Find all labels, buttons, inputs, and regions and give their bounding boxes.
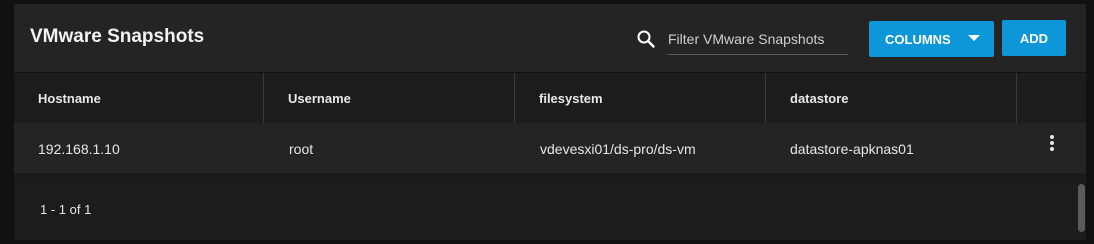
- vmware-snapshots-card: VMware Snapshots COLUMNS ADD Hostname Us…: [14, 4, 1086, 240]
- pagination-range: 1 - 1 of 1: [40, 202, 92, 217]
- app-window: VMware Snapshots COLUMNS ADD Hostname Us…: [0, 0, 1094, 244]
- table-row[interactable]: 192.168.1.10 root vdevesxi01/ds-pro/ds-v…: [14, 123, 1086, 174]
- column-header-hostname[interactable]: Hostname: [14, 73, 264, 123]
- card-header: VMware Snapshots COLUMNS ADD: [14, 4, 1086, 72]
- filter-input[interactable]: [668, 24, 848, 55]
- cell-datastore: datastore-apknas01: [790, 141, 914, 157]
- column-header-datastore[interactable]: datastore: [766, 73, 1017, 123]
- columns-button-label: COLUMNS: [885, 32, 951, 47]
- columns-button[interactable]: COLUMNS: [869, 21, 994, 57]
- cell-hostname: 192.168.1.10: [38, 141, 120, 157]
- column-header-username[interactable]: Username: [264, 73, 515, 123]
- column-header-label: Hostname: [38, 91, 101, 106]
- column-header-filesystem[interactable]: filesystem: [515, 73, 766, 123]
- column-header-label: datastore: [790, 91, 849, 106]
- cell-filesystem: vdevesxi01/ds-pro/ds-vm: [540, 141, 696, 157]
- scrollbar-thumb[interactable]: [1078, 184, 1085, 232]
- table-footer: [14, 184, 1086, 240]
- cell-username: root: [289, 141, 314, 157]
- column-header-label: filesystem: [539, 91, 603, 106]
- caret-down-icon: [968, 35, 980, 41]
- column-header-label: Username: [288, 91, 351, 106]
- page-title: VMware Snapshots: [30, 26, 205, 47]
- search-icon: [637, 30, 655, 48]
- add-button-label: ADD: [1019, 31, 1049, 46]
- more-vert-icon[interactable]: [1048, 135, 1056, 155]
- table-body-filler: [14, 174, 1086, 184]
- add-button[interactable]: ADD: [1002, 20, 1066, 56]
- column-header-actions: [1017, 73, 1086, 123]
- table-header: Hostname Username filesystem datastore: [14, 72, 1086, 124]
